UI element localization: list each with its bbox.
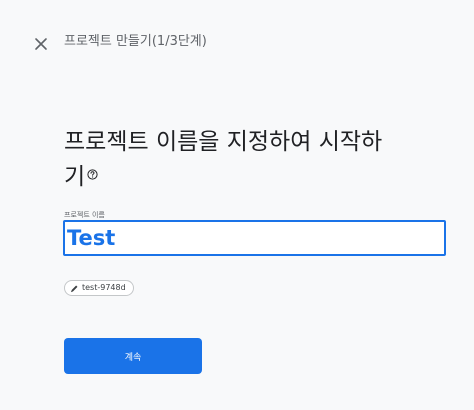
- project-name-label: 프로젝트 이름: [64, 211, 105, 219]
- project-id-chip[interactable]: test-9748d: [64, 280, 134, 296]
- project-name-input[interactable]: [63, 220, 446, 256]
- page-heading: 프로젝트 이름을 지정하여 시작하기: [64, 125, 394, 195]
- pencil-icon: [70, 284, 79, 293]
- close-button[interactable]: [30, 33, 52, 55]
- project-id-text: test-9748d: [82, 283, 126, 292]
- heading-text: 프로젝트 이름을 지정하여 시작하기: [64, 129, 383, 190]
- continue-button[interactable]: 계속: [64, 338, 202, 374]
- close-icon: [30, 33, 52, 55]
- help-circle-icon[interactable]: [87, 169, 98, 180]
- page-header-title: 프로젝트 만들기(1/3단계): [64, 34, 207, 49]
